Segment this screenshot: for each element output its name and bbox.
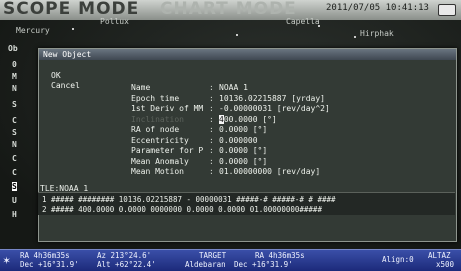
target-ra: RA 4h36m35s <box>255 251 305 260</box>
side-text: C <box>12 154 17 163</box>
field-value[interactable]: 01.00000000 [rev/day] <box>219 167 320 178</box>
side-text: N <box>12 140 17 149</box>
status-bar: ✶ RA 4h36m35s Dec +16°31.9' Az 213°24.6'… <box>0 249 461 271</box>
field-label: Name <box>131 83 151 92</box>
field-label: 1st Deriv of MM <box>131 104 204 113</box>
field-separator: : <box>209 146 214 155</box>
star <box>354 36 356 38</box>
field-value[interactable]: 0.0000 [°] <box>219 125 267 136</box>
field-label: RA of node <box>131 125 180 134</box>
field-value[interactable]: 0.000000 <box>219 136 258 147</box>
field-row-mean-motion[interactable]: Mean Motion : 01.00000000 [rev/day] <box>131 167 451 178</box>
field-row-mean-anomaly[interactable]: Mean Anomaly : 0.0000 [°] <box>131 157 451 168</box>
top-bar: SCOPE MODE CHART MODE 2011/07/05 10:41:1… <box>0 0 461 21</box>
target-name: Aldebaran <box>185 260 226 269</box>
object-fields: Name : NOAA 1 Epoch time : 10136.0221588… <box>131 83 451 178</box>
field-value[interactable]: 10136.02215887 [yrday] <box>219 94 325 105</box>
status-alt: Alt +62°22.4' <box>97 260 156 269</box>
field-separator: : <box>209 167 214 176</box>
tle-line-2: 2 ##### 400.0000 0.0000 0000000 0.0000 0… <box>42 205 322 214</box>
field-row-ra-node[interactable]: RA of node : 0.0000 [°] <box>131 125 451 136</box>
zoom-level[interactable]: x500 <box>436 260 454 269</box>
ok-button[interactable]: OK <box>51 71 95 81</box>
field-label: Mean Motion <box>131 167 184 176</box>
field-label: Inclination <box>131 114 184 124</box>
status-dec: Dec +16°31.9' <box>20 260 79 269</box>
target-label: TARGET <box>199 251 227 260</box>
cancel-button[interactable]: Cancel <box>51 81 95 91</box>
star <box>318 25 320 27</box>
field-row-name[interactable]: Name : NOAA 1 <box>131 83 451 94</box>
sky-label-mercury: Mercury <box>16 26 50 35</box>
side-text-selected: S <box>12 182 17 191</box>
side-text: S <box>12 128 17 137</box>
field-separator: : <box>209 104 214 113</box>
field-row-epoch[interactable]: Epoch time : 10136.02215887 [yrday] <box>131 94 451 105</box>
field-row-inclination[interactable]: Inclination : 400.0000 [°] <box>131 114 451 126</box>
mode-title-faded[interactable]: CHART MODE <box>160 0 297 19</box>
field-value-rest: 00.0000 [°] <box>223 114 277 124</box>
sky-label-pollux: Pollux <box>100 17 129 26</box>
field-row-eccentricity[interactable]: Eccentricity : 0.000000 <box>131 136 451 147</box>
field-value[interactable]: -0.00000031 [rev/day^2] <box>219 104 330 115</box>
field-label: Mean Anomaly <box>131 156 189 166</box>
field-label: Parameter for P <box>131 146 204 155</box>
side-text: Ob <box>8 44 18 53</box>
tle-line-1: 1 ##### ######## 10136.02215887 - 000000… <box>42 195 336 204</box>
field-value-edit[interactable]: 400.0000 [°] <box>219 114 277 126</box>
field-label: Eccentricity <box>131 135 189 145</box>
date-time: 2011/07/05 10:41:13 <box>326 3 429 13</box>
side-text: M <box>12 72 17 81</box>
field-value[interactable]: 0.0000 [°] <box>219 146 267 157</box>
field-row-deriv[interactable]: 1st Deriv of MM : -0.00000031 [rev/day^2… <box>131 104 451 115</box>
field-separator: : <box>209 114 214 124</box>
side-text: S <box>12 100 17 109</box>
field-label: Epoch time <box>131 93 180 103</box>
sky-label-capella: Capella <box>286 17 320 26</box>
field-separator: : <box>209 83 214 92</box>
field-value[interactable]: 0.0000 [°] <box>219 157 267 168</box>
star <box>72 28 74 30</box>
side-text: 0 <box>12 60 17 69</box>
target-dec: Dec +16°31.9' <box>234 260 293 269</box>
status-az: Az 213°24.6' <box>97 251 152 260</box>
side-text: H <box>12 210 17 219</box>
status-ra: RA 4h36m35s <box>20 251 70 260</box>
dialog-title: New Object <box>39 49 456 60</box>
side-text: C <box>12 116 17 125</box>
side-text: N <box>12 84 17 93</box>
mount-mode[interactable]: ALTAZ <box>428 251 451 260</box>
side-text: C <box>12 168 17 177</box>
align-status: Align:0 <box>382 255 414 264</box>
field-separator: : <box>209 135 214 145</box>
star <box>236 34 238 36</box>
field-separator: : <box>209 93 214 103</box>
side-text: U <box>12 196 17 205</box>
field-row-parameter-p[interactable]: Parameter for P : 0.0000 [°] <box>131 146 451 157</box>
field-value[interactable]: NOAA 1 <box>219 83 248 94</box>
sky-label-hirphak: Hirphak <box>360 29 394 38</box>
tle-panel: 1 ##### ######## 10136.02215887 - 000000… <box>38 192 455 215</box>
field-separator: : <box>209 125 214 134</box>
field-separator: : <box>209 156 214 166</box>
battery-icon <box>438 4 456 16</box>
telescope-icon[interactable]: ✶ <box>3 253 10 267</box>
